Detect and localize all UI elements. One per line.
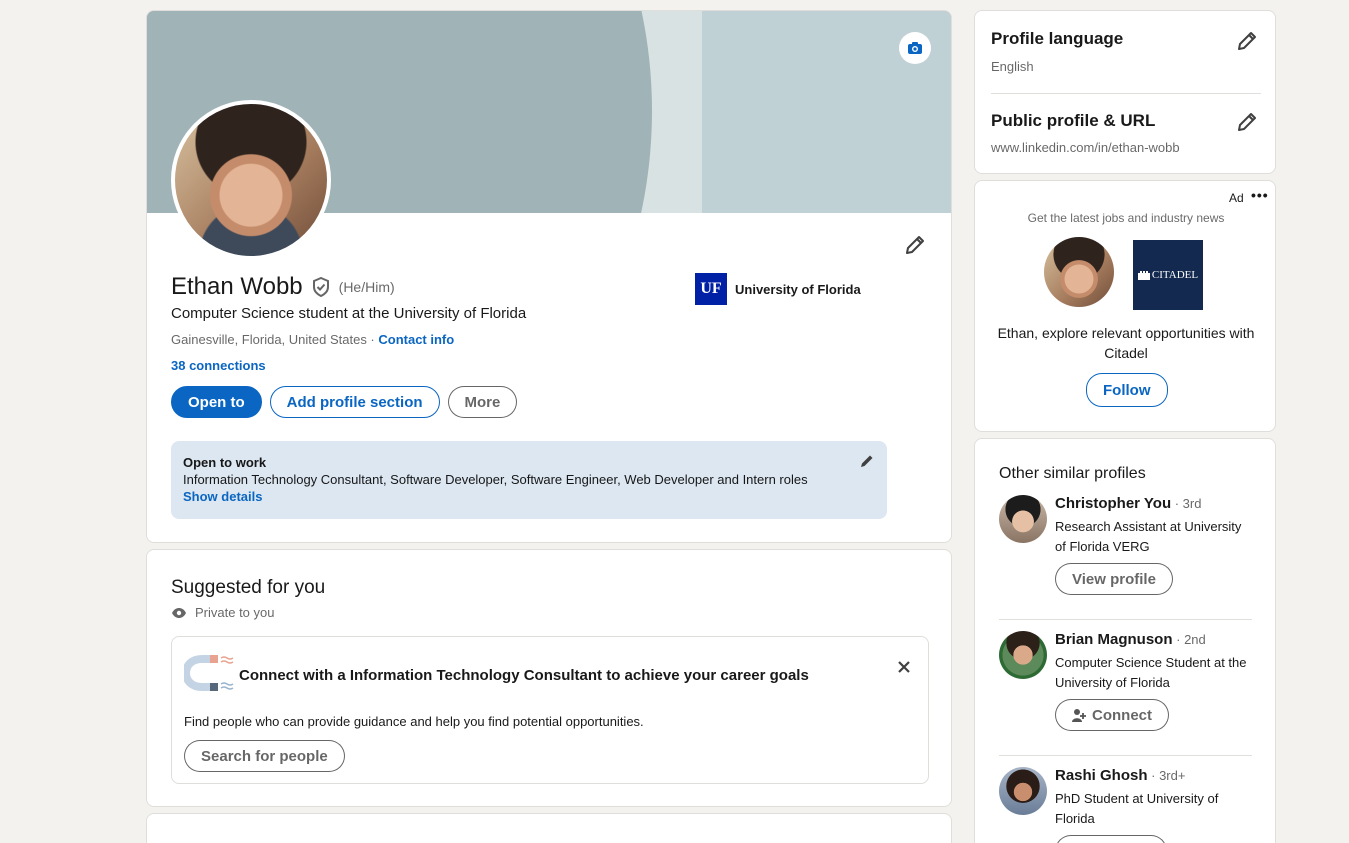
connections-link[interactable]: 38 connections xyxy=(171,358,266,373)
ad-label: Ad xyxy=(1229,191,1244,205)
education-school[interactable]: UF University of Florida xyxy=(695,273,861,305)
pencil-icon xyxy=(903,233,927,257)
profile-photo[interactable] xyxy=(171,100,331,260)
pencil-icon xyxy=(1235,29,1259,53)
profile-headline: Computer Science student at the Universi… xyxy=(171,305,527,322)
suggestion-description: Find people who can provide guidance and… xyxy=(184,714,644,729)
pencil-icon xyxy=(1235,110,1259,134)
view-profile-button[interactable]: View profile xyxy=(1055,563,1173,595)
similar-profile-name-row: Christopher You · 3rd xyxy=(1055,495,1201,512)
profile-top-card: Ethan Wobb (He/Him) Computer Science stu… xyxy=(146,10,952,543)
pronouns: (He/Him) xyxy=(338,279,395,295)
camera-icon xyxy=(908,42,922,54)
school-name: University of Florida xyxy=(735,281,861,297)
similar-profiles-title: Other similar profiles xyxy=(999,465,1146,482)
public-profile-url: www.linkedin.com/in/ethan-wobb xyxy=(991,140,1180,155)
connection-degree: · 3rd+ xyxy=(1147,768,1186,783)
close-icon xyxy=(897,660,911,674)
profile-name: Ethan Wobb xyxy=(171,273,303,300)
edit-banner-button[interactable] xyxy=(899,32,931,64)
pencil-icon xyxy=(859,453,875,469)
similar-profile-headline: PhD Student at University of Florida xyxy=(1055,791,1219,826)
ad-user-avatar xyxy=(1044,237,1114,307)
dismiss-suggestion-button[interactable] xyxy=(892,655,916,679)
ad-text: Ethan, explore relevant opportunities wi… xyxy=(997,325,1255,361)
add-profile-section-button[interactable]: Add profile section xyxy=(269,386,440,418)
location-separator: · xyxy=(366,332,379,347)
similar-profile-headline: Research Assistant at University of Flor… xyxy=(1055,519,1242,554)
more-button[interactable]: More xyxy=(447,386,518,418)
verified-shield-icon[interactable] xyxy=(311,277,331,297)
connect-button[interactable]: Connect xyxy=(1055,699,1169,731)
edit-open-to-work-button[interactable] xyxy=(859,453,875,469)
eye-icon xyxy=(171,607,187,619)
similar-profile-name[interactable]: Rashi Ghosh xyxy=(1055,767,1148,784)
connection-degree: · 3rd xyxy=(1171,496,1202,511)
similar-profile-name-row: Rashi Ghosh · 3rd+ xyxy=(1055,767,1185,784)
profile-language-title: Profile language xyxy=(991,29,1124,48)
privacy-label: Private to you xyxy=(195,605,275,620)
similar-profiles-card: Other similar profiles Christopher You ·… xyxy=(974,438,1276,843)
public-profile-title: Public profile & URL xyxy=(991,111,1156,130)
open-to-button[interactable]: Open to xyxy=(171,386,262,418)
connect-label: Connect xyxy=(1092,706,1152,724)
show-details-link[interactable]: Show details xyxy=(183,489,262,504)
ad-card: Ad ••• Get the latest jobs and industry … xyxy=(974,180,1276,432)
magnet-icon xyxy=(184,655,234,695)
similar-profile-name[interactable]: Christopher You xyxy=(1055,495,1171,512)
avatar[interactable] xyxy=(999,767,1047,815)
search-for-people-button[interactable]: Search for people xyxy=(184,740,345,772)
connections-count: 38 connections xyxy=(171,358,266,373)
ad-options-button[interactable]: ••• xyxy=(1251,187,1269,203)
edit-profile-language-button[interactable] xyxy=(1235,29,1259,53)
suggested-card: Suggested for you Private to you Connect… xyxy=(146,549,952,807)
location-row: Gainesville, Florida, United States · Co… xyxy=(171,332,454,347)
citadel-logo-text: CITADEL xyxy=(1151,269,1199,281)
connection-degree: · 2nd xyxy=(1172,632,1206,647)
divider xyxy=(999,755,1252,756)
similar-profile-name-row: Brian Magnuson · 2nd xyxy=(1055,631,1206,648)
contact-info-link[interactable]: Contact info xyxy=(378,332,454,347)
suggested-title: Suggested for you xyxy=(171,577,326,598)
profile-settings-card: Profile language English Public profile … xyxy=(974,10,1276,174)
suggestion-item: Connect with a Information Technology Co… xyxy=(171,636,929,784)
similar-profile-action-button[interactable] xyxy=(1055,835,1167,843)
castle-icon xyxy=(1137,270,1150,280)
profile-language-value: English xyxy=(991,59,1034,74)
follow-button[interactable]: Follow xyxy=(1086,373,1168,407)
location-text: Gainesville, Florida, United States xyxy=(171,332,367,347)
edit-intro-button[interactable] xyxy=(903,233,927,257)
citadel-logo[interactable]: CITADEL xyxy=(1133,240,1203,310)
ad-tagline: Get the latest jobs and industry news xyxy=(1027,211,1225,225)
uf-logo: UF xyxy=(695,273,727,305)
divider xyxy=(999,619,1252,620)
similar-profile-name[interactable]: Brian Magnuson xyxy=(1055,631,1173,648)
avatar[interactable] xyxy=(999,495,1047,543)
open-to-work-roles: Information Technology Consultant, Softw… xyxy=(183,472,808,487)
suggestion-headline: Connect with a Information Technology Co… xyxy=(239,667,809,684)
divider xyxy=(991,93,1261,94)
avatar[interactable] xyxy=(999,631,1047,679)
similar-profile-headline: Computer Science Student at the Universi… xyxy=(1055,655,1247,690)
profile-actions: Open to Add profile section More xyxy=(171,386,518,418)
add-person-icon xyxy=(1072,708,1086,722)
edit-public-profile-button[interactable] xyxy=(1235,110,1259,134)
open-to-work-title: Open to work xyxy=(183,455,267,470)
private-to-you: Private to you xyxy=(171,605,275,620)
name-row: Ethan Wobb (He/Him) xyxy=(171,273,395,301)
next-section-card xyxy=(146,813,952,843)
open-to-work-card[interactable]: Open to work Information Technology Cons… xyxy=(171,441,887,519)
